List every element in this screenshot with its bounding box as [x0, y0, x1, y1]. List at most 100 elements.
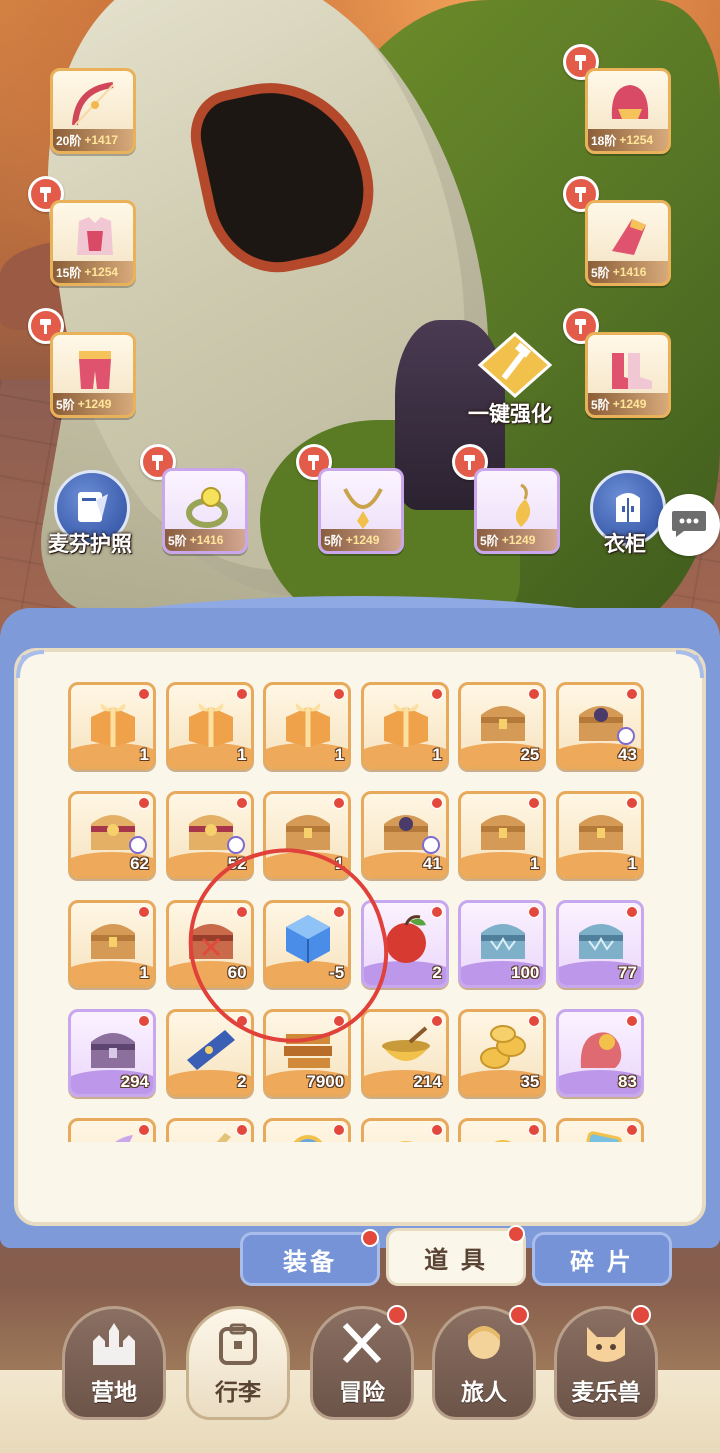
inventory-item[interactable]: 25 — [458, 682, 547, 770]
backpack-icon — [211, 1321, 265, 1367]
notification-dot — [625, 688, 638, 700]
equip-bonus: +1249 — [612, 397, 647, 411]
inventory-item[interactable]: 35 — [458, 1009, 547, 1097]
item-count: 43 — [618, 745, 637, 764]
equip-slot-ring[interactable]: 5阶 +1416 — [162, 468, 248, 554]
item-count: 2 — [432, 963, 442, 982]
inventory-item[interactable]: 2 — [165, 1009, 254, 1097]
tab-fragments[interactable]: 碎 片 — [532, 1232, 672, 1286]
inventory-item[interactable]: 60 — [165, 900, 254, 988]
apple-icon — [374, 909, 438, 969]
inventory-item[interactable]: 1 — [165, 682, 254, 770]
notification-dot — [138, 688, 150, 700]
inventory-item[interactable] — [68, 1118, 156, 1142]
equip-slot-armor[interactable]: 15阶 +1254 — [50, 200, 136, 286]
castle-icon — [87, 1321, 141, 1367]
inventory-item[interactable]: 1 — [458, 791, 547, 879]
notification-dot — [528, 797, 541, 809]
tab-label: 装备 — [283, 1248, 337, 1276]
item-sub-badge-icon — [226, 836, 245, 854]
equip-level: 5阶 — [480, 533, 499, 548]
nav-luggage[interactable]: 行李 — [186, 1306, 290, 1420]
inventory-item[interactable]: 2 — [360, 900, 449, 988]
equip-slot-necklace[interactable]: 5阶 +1249 — [318, 468, 404, 554]
tab-equipment[interactable]: 装备 — [240, 1229, 380, 1286]
equip-slot-earring[interactable]: 5阶 +1249 — [474, 468, 560, 554]
nav-pets[interactable]: 麦乐兽 — [554, 1305, 658, 1420]
notification-dot — [235, 1124, 248, 1136]
nav-label: 冒险 — [339, 1379, 385, 1405]
inventory-item[interactable]: 43 — [555, 682, 644, 770]
nav-camp[interactable]: 营地 — [62, 1306, 166, 1420]
notification-dot — [430, 688, 443, 700]
item-count: 41 — [422, 854, 442, 873]
equip-slot-boots[interactable]: 5阶 +1249 — [585, 332, 671, 418]
inventory-item[interactable] — [458, 1118, 547, 1142]
inventory-item[interactable]: 294 — [68, 1009, 156, 1097]
inventory-item[interactable] — [555, 1118, 644, 1142]
inventory-scroll-area[interactable]: 1 1 1 1 25 43 62 52 1 41 1 1 1 60 -5 2 100 77 294 2 7900 214 3… — [68, 682, 656, 1142]
inventory-item[interactable]: 62 — [68, 791, 156, 879]
inventory-item[interactable]: 100 — [458, 900, 547, 988]
inventory-item[interactable]: 41 — [360, 791, 449, 879]
equip-level: 5阶 — [168, 533, 187, 548]
equip-bonus: +1416 — [612, 265, 647, 279]
inventory-item[interactable]: -5 — [263, 900, 352, 988]
upgrade-all-button[interactable] — [472, 330, 558, 400]
inventory-item[interactable]: 1 — [263, 682, 352, 770]
inventory-item[interactable]: 52 — [165, 791, 254, 879]
necklace-icon — [335, 479, 391, 533]
tab-label: 道 具 — [424, 1246, 488, 1274]
tab-items[interactable]: 道 具 — [386, 1225, 526, 1286]
inventory-item[interactable]: 7900 — [263, 1009, 352, 1097]
passport-label[interactable]: 麦芬护照 — [48, 528, 132, 558]
notification-dot — [361, 1229, 379, 1247]
wardrobe-label[interactable]: 衣柜 — [604, 528, 646, 558]
inventory-item[interactable]: 214 — [360, 1009, 449, 1097]
helmet-icon — [602, 79, 658, 133]
treasure-chest-icon — [276, 800, 340, 860]
notification-dot — [333, 688, 346, 700]
chat-bubble-icon — [670, 507, 708, 544]
card-icon — [569, 1127, 633, 1142]
red-treasure-chest-icon — [179, 909, 243, 969]
notification-dot — [235, 688, 248, 700]
notification-dot — [430, 797, 443, 809]
blue-crystal-cube-icon — [276, 909, 340, 969]
notification-dot — [528, 1124, 541, 1136]
item-count: 1 — [529, 854, 540, 873]
inventory-item[interactable]: 1 — [263, 791, 352, 879]
nav-adventure[interactable]: 冒险 — [310, 1305, 414, 1420]
equip-bonus: +1249 — [501, 533, 536, 547]
equip-slot-gloves[interactable]: 5阶 +1416 — [585, 200, 671, 286]
inventory-item[interactable] — [263, 1118, 352, 1142]
upgrade-all-label[interactable]: 一键强化 — [468, 398, 552, 428]
equip-slot-helmet[interactable]: 18阶 +1254 — [585, 68, 671, 154]
equip-slot-bow[interactable]: 20阶 +1417 — [50, 68, 136, 154]
item-count: 1 — [237, 745, 247, 764]
inventory-item[interactable]: 77 — [555, 900, 644, 988]
inventory-item[interactable] — [165, 1118, 254, 1142]
inventory-item[interactable]: 1 — [555, 791, 644, 879]
notification-dot — [333, 797, 346, 809]
item-count: 100 — [511, 963, 540, 982]
inventory-item[interactable]: 83 — [555, 1009, 644, 1097]
item-count: 83 — [618, 1072, 637, 1091]
equip-level: 5阶 — [56, 397, 75, 412]
notification-dot — [333, 906, 346, 918]
inventory-item[interactable] — [360, 1118, 449, 1142]
chat-button[interactable] — [658, 494, 720, 556]
item-count: 77 — [618, 963, 637, 982]
equip-level: 18阶 — [591, 133, 617, 148]
inventory-item[interactable]: 1 — [68, 682, 156, 770]
item-count: 1 — [432, 745, 442, 764]
notification-dot — [333, 1015, 346, 1027]
notification-dot — [528, 1015, 541, 1027]
inventory-item[interactable]: 1 — [360, 682, 449, 770]
inventory-item[interactable]: 1 — [68, 900, 156, 988]
equip-bonus: +1417 — [84, 133, 119, 147]
pink-plush-icon — [569, 1018, 633, 1078]
nav-travelers[interactable]: 旅人 — [432, 1305, 536, 1420]
equip-slot-pants[interactable]: 5阶 +1249 — [50, 332, 136, 418]
notification-dot — [631, 1305, 651, 1325]
